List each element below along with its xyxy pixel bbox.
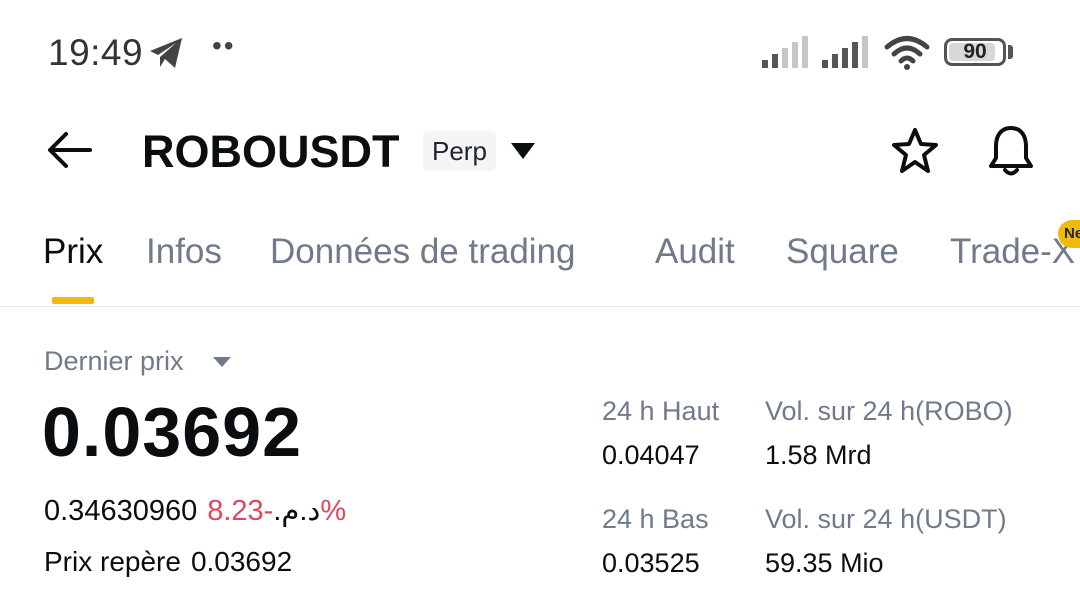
status-bar: 19:49 •• 90 [0,0,1080,100]
symbol-title[interactable]: ROBOUSDT [142,126,400,178]
volume-base-label: Vol. sur 24 h(ROBO) [765,396,1013,426]
volume-base-value: 1.58 Mrd [765,440,872,470]
fiat-price-row: 0.34630960د.م.-8.23% [44,493,346,528]
price-alert-bell-icon[interactable] [986,124,1036,178]
fiat-price: 0.34630960د.م. [44,495,321,527]
last-price: 0.03692 [42,393,303,471]
favorite-star-icon[interactable] [890,126,940,176]
active-tab-indicator [52,297,94,304]
low-24h-value: 0.03525 [602,548,700,578]
low-24h-label: 24 h Bas [602,504,709,534]
telegram-icon [150,38,182,68]
tab-prix[interactable]: Prix [43,232,103,272]
mark-price-row: Prix repère 0.03692 [44,546,292,578]
battery-indicator: 90 [944,38,1006,66]
volume-quote-value: 59.35 Mio [765,548,884,578]
cell-signal-2-icon [822,36,868,68]
contract-type-badge: Perp [423,131,496,171]
chevron-down-icon[interactable] [212,356,232,368]
high-24h-label: 24 h Haut [602,396,720,426]
new-badge: New [1058,220,1080,248]
symbol-dropdown-icon[interactable] [510,142,536,160]
volume-quote-label: Vol. sur 24 h(USDT) [765,504,1007,534]
tab-trading-data[interactable]: Données de trading [270,232,576,272]
battery-level: 90 [963,40,987,63]
status-time: 19:49 [48,32,144,73]
back-arrow-icon[interactable] [46,128,94,172]
tab-square[interactable]: Square [786,232,899,272]
last-price-selector[interactable]: Dernier prix [44,346,184,377]
market-detail-screen: 19:49 •• 90 ROBOUSDT Perp Prix Infos Don… [0,0,1080,607]
notification-dots: •• [212,30,236,61]
mark-price: 0.03692 [190,546,293,577]
tab-audit[interactable]: Audit [655,232,735,272]
wifi-icon [884,36,930,70]
tab-infos[interactable]: Infos [146,232,222,272]
cell-signal-icon [762,36,808,68]
detail-tabs: Prix Infos Données de trading Audit Squa… [0,220,1080,307]
mark-price-label: Prix repère [44,546,181,577]
tab-trade-x[interactable]: Trade-X [950,232,1075,272]
high-24h-value: 0.04047 [602,440,700,470]
